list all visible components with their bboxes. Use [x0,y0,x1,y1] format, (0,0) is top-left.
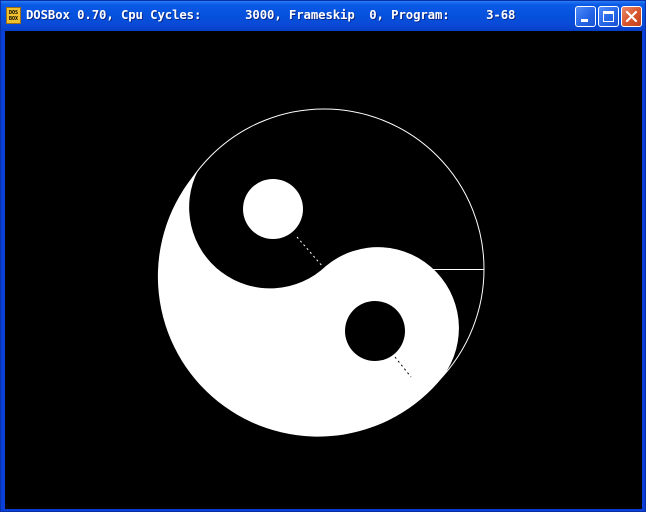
minimize-button[interactable] [575,6,596,27]
window-title: DOSBox 0.70, Cpu Cycles: 3000, Frameskip… [26,8,516,22]
yin-yang-drawing [5,31,642,509]
dosbox-window: DOS BOX DOSBox 0.70, Cpu Cycles: 3000, F… [0,0,646,512]
icon-text-bottom: BOX [8,15,19,22]
maximize-icon [603,11,614,22]
dosbox-icon[interactable]: DOS BOX [6,7,21,24]
dos-screen[interactable] [5,31,642,509]
close-button[interactable] [621,6,642,27]
title-bar[interactable]: DOS BOX DOSBox 0.70, Cpu Cycles: 3000, F… [1,1,645,31]
maximize-button[interactable] [598,6,619,27]
close-icon [625,10,638,23]
white-dot [243,179,303,239]
black-dot [345,301,405,361]
minimize-icon [581,19,588,22]
